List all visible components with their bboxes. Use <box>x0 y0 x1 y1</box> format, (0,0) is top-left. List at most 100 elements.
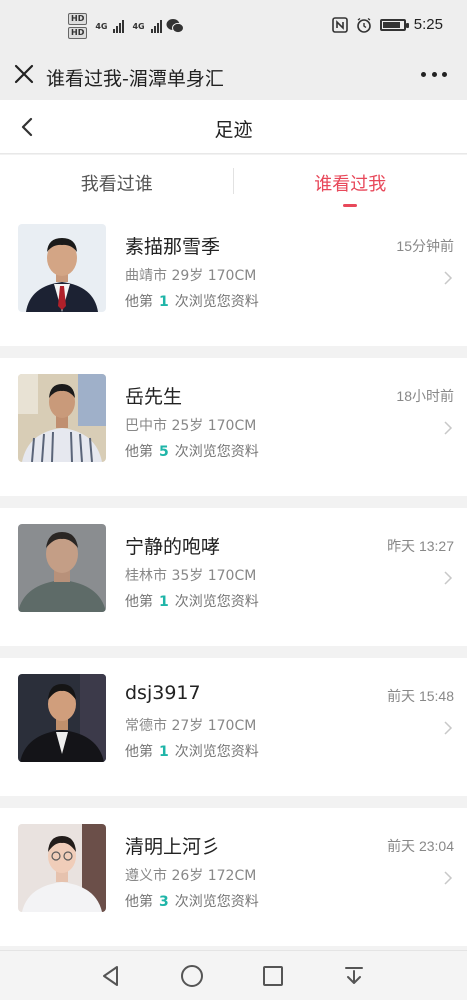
tab-viewed-me[interactable]: 谁看过我 <box>234 155 467 215</box>
avatar[interactable] <box>18 824 106 912</box>
visit-time: 昨天 13:27 <box>387 538 454 554</box>
visitor-info: 曲靖市 29岁 170CM <box>125 265 256 285</box>
battery-icon <box>379 18 409 31</box>
visits-prefix: 他第 <box>125 444 153 460</box>
avatar[interactable] <box>18 374 106 462</box>
status-right: 5:25 <box>331 16 443 33</box>
recents-square-icon[interactable] <box>260 963 286 989</box>
visitor-name: 清明上河彡 <box>125 836 221 858</box>
hd-badge: HD <box>68 27 88 39</box>
network-type: 4G <box>95 21 108 31</box>
more-dot-icon <box>431 71 437 77</box>
visitor-age: 35岁 <box>171 568 204 584</box>
active-tab-indicator <box>343 204 358 207</box>
visitor-name: dsj3917 <box>125 682 201 704</box>
visitor-card[interactable]: 清明上河彡 前天 23:04 遵义市 26岁 172CM 他第 3 次浏览您资料 <box>0 808 467 946</box>
visits-suffix: 次浏览您资料 <box>174 444 259 460</box>
visitor-name: 岳先生 <box>125 386 183 408</box>
visits-suffix: 次浏览您资料 <box>174 294 259 310</box>
visitor-city: 桂林市 <box>125 568 167 584</box>
wechat-status-icon <box>166 19 184 34</box>
visit-count-text: 他第 5 次浏览您资料 <box>125 441 259 461</box>
visit-count: 1 <box>159 594 169 610</box>
visitor-height: 172CM <box>207 868 257 884</box>
more-options-button[interactable] <box>421 64 447 84</box>
visitor-info: 遵义市 26岁 172CM <box>125 865 256 885</box>
tab-label: 谁看过我 <box>314 174 387 195</box>
page-header: 足迹 <box>0 100 467 154</box>
visitor-card[interactable]: 岳先生 18小时前 巴中市 25岁 170CM 他第 5 次浏览您资料 <box>0 358 467 496</box>
visitor-card[interactable]: 宁静的咆哮 昨天 13:27 桂林市 35岁 170CM 他第 1 次浏览您资料 <box>0 508 467 646</box>
network-type: 4G <box>132 21 145 31</box>
visit-time: 前天 23:04 <box>387 838 454 854</box>
battery-fill <box>382 21 400 28</box>
status-bar: HD HD 4G 4G 5:25 <box>0 0 467 52</box>
avatar[interactable] <box>18 674 106 762</box>
more-dot-icon <box>442 71 447 77</box>
visitor-city: 曲靖市 <box>125 268 167 284</box>
visitor-info: 常德市 27岁 170CM <box>125 715 256 735</box>
visitor-age: 26岁 <box>171 868 204 884</box>
hd-badges: HD HD <box>68 13 88 39</box>
notification-pull-icon[interactable] <box>341 963 367 989</box>
visit-count: 1 <box>159 744 169 760</box>
tab-label: 我看过谁 <box>80 174 153 195</box>
chevron-right-icon <box>444 721 453 735</box>
visit-time: 15分钟前 <box>396 238 454 254</box>
visitor-card[interactable]: dsj3917 前天 15:48 常德市 27岁 170CM 他第 1 次浏览您资料 <box>0 658 467 796</box>
visitor-height: 170CM <box>207 268 257 284</box>
more-dot-icon <box>421 71 426 77</box>
visitor-height: 170CM <box>207 418 257 434</box>
visitor-city: 遵义市 <box>125 868 167 884</box>
alarm-icon <box>356 17 371 33</box>
visit-time: 18小时前 <box>396 388 454 404</box>
page-title: 足迹 <box>214 119 253 141</box>
visitor-age: 25岁 <box>171 418 204 434</box>
avatar[interactable] <box>18 224 106 312</box>
visitor-city: 常德市 <box>125 718 167 734</box>
signal-icon <box>113 19 125 33</box>
clock: 5:25 <box>413 16 443 33</box>
visits-suffix: 次浏览您资料 <box>174 594 259 610</box>
visitor-card[interactable]: 素描那雪季 15分钟前 曲靖市 29岁 170CM 他第 1 次浏览您资料 <box>0 208 467 346</box>
visit-count-text: 他第 3 次浏览您资料 <box>125 891 259 911</box>
visit-time: 前天 15:48 <box>387 688 454 704</box>
visit-count-text: 他第 1 次浏览您资料 <box>125 291 259 311</box>
visits-prefix: 他第 <box>125 294 153 310</box>
visitor-name: 宁静的咆哮 <box>125 536 221 558</box>
visits-prefix: 他第 <box>125 594 153 610</box>
visitor-name: 素描那雪季 <box>125 236 221 258</box>
tab-divider <box>233 168 234 194</box>
window-title: 谁看过我-湄潭单身汇 <box>46 68 224 90</box>
visitor-height: 170CM <box>207 568 257 584</box>
visitor-info: 巴中市 25岁 170CM <box>125 415 256 435</box>
visitor-age: 27岁 <box>171 718 204 734</box>
signal-icon <box>150 19 162 33</box>
visitor-info: 桂林市 35岁 170CM <box>125 565 256 585</box>
visits-suffix: 次浏览您资料 <box>174 744 259 760</box>
chevron-right-icon <box>444 421 453 435</box>
visitor-age: 29岁 <box>171 268 204 284</box>
visit-count-text: 他第 1 次浏览您资料 <box>125 591 259 611</box>
visit-count-text: 他第 1 次浏览您资料 <box>125 741 259 761</box>
home-circle-icon[interactable] <box>179 963 205 989</box>
hd-badge: HD <box>68 13 88 25</box>
status-left: HD HD 4G 4G <box>68 13 184 39</box>
close-icon[interactable] <box>12 62 36 86</box>
visitor-city: 巴中市 <box>125 418 167 434</box>
chevron-right-icon <box>444 871 453 885</box>
visits-prefix: 他第 <box>125 894 153 910</box>
tab-i-viewed[interactable]: 我看过谁 <box>0 155 234 215</box>
title-bar: 谁看过我-湄潭单身汇 <box>0 52 467 100</box>
visit-count: 5 <box>159 444 169 460</box>
system-nav-bar <box>0 950 467 1000</box>
back-triangle-icon[interactable] <box>98 963 124 989</box>
chevron-right-icon <box>444 571 453 585</box>
visit-count: 3 <box>159 894 169 910</box>
nfc-icon <box>331 16 348 33</box>
visit-count: 1 <box>159 294 169 310</box>
visits-suffix: 次浏览您资料 <box>174 894 259 910</box>
visits-prefix: 他第 <box>125 744 153 760</box>
avatar[interactable] <box>18 524 106 612</box>
chevron-right-icon <box>444 271 453 285</box>
